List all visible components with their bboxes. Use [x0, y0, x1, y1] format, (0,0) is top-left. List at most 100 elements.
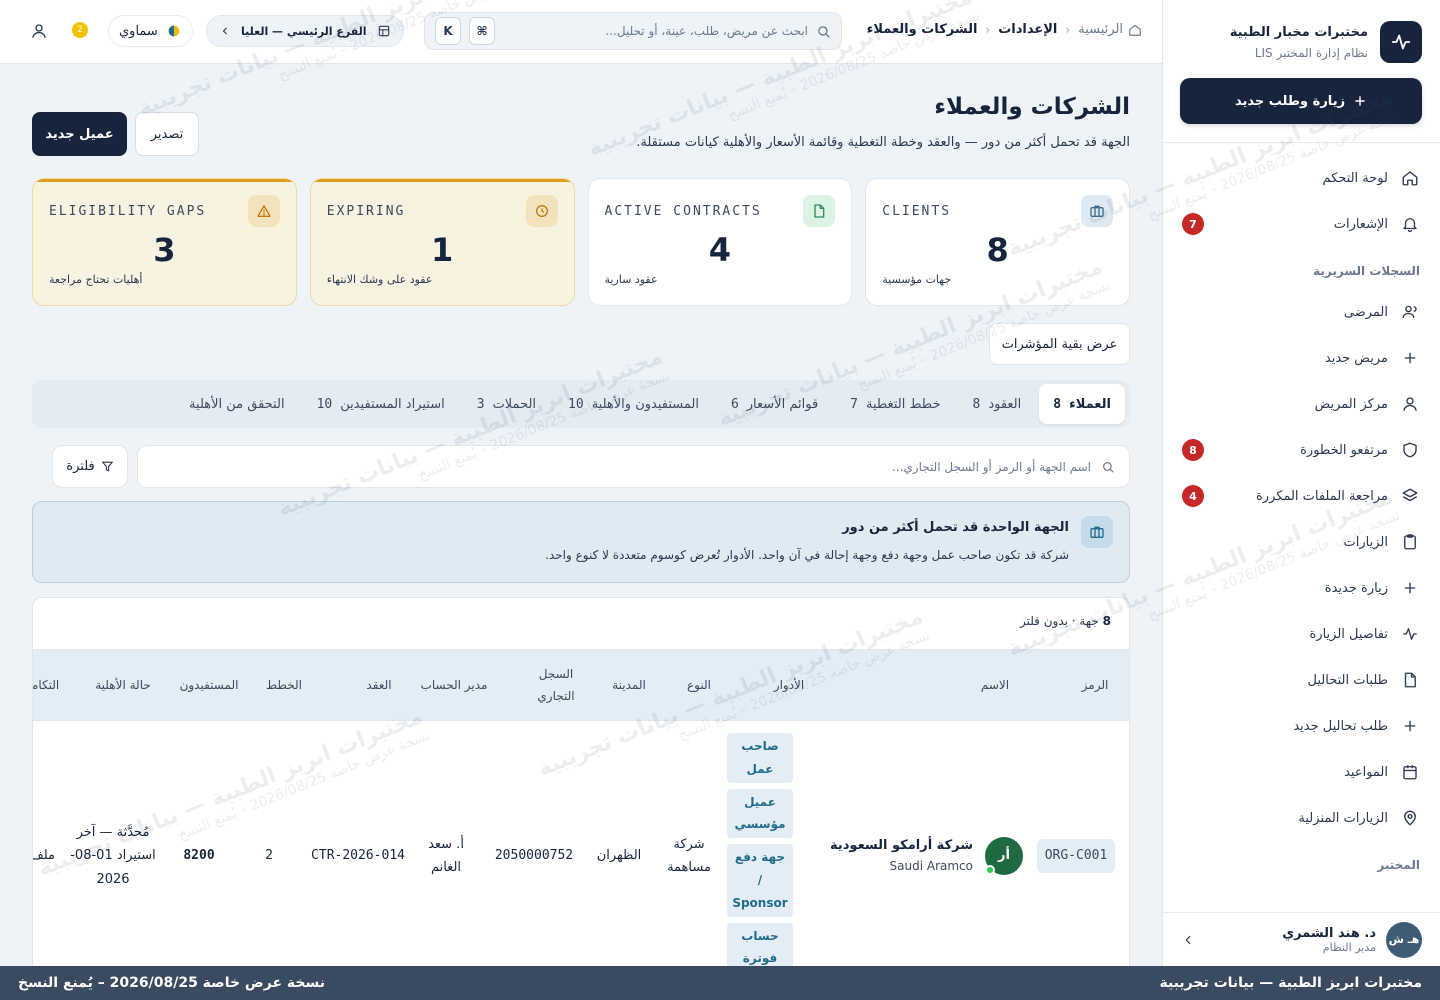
new-client-button[interactable]: عميل جديد [32, 112, 127, 156]
kpi-label: EXPIRING [326, 204, 406, 219]
sidebar-item-new-test-order[interactable]: طلب تحاليل جديد [1180, 703, 1420, 749]
cell-beneficiaries: 8200 [183, 848, 215, 864]
notification-count[interactable]: 2 [72, 22, 88, 38]
sidebar-item-high-risk[interactable]: مرتفعو الخطورة 8 [1180, 427, 1420, 473]
sidebar-item-patients[interactable]: المرضى [1180, 289, 1420, 335]
page-subtitle: الجهة قد تحمل أكثر من دور — والعقد وخطة … [636, 135, 1130, 150]
sidebar-item-new-patient[interactable]: مريض جديد [1180, 335, 1420, 381]
sidebar-item-appointments[interactable]: المواعيد [1180, 749, 1420, 795]
file-icon [803, 195, 836, 227]
activity-icon [1400, 624, 1420, 644]
table-row[interactable]: ORG-C001 أر شركة أرامكو السعودية Saudi A… [33, 721, 1129, 966]
role-tag: عميل مؤسسي [727, 788, 793, 839]
sidebar-item-test-orders[interactable]: طلبات التحاليل [1180, 657, 1420, 703]
show-more-kpis-button[interactable]: عرض بقية المؤشرات [989, 323, 1130, 365]
column-header-integration[interactable]: التكامل [33, 650, 71, 722]
client-search-input[interactable]: اسم الجهة أو الرمز أو السجل التجاري... [137, 445, 1130, 488]
tab-import-beneficiaries[interactable]: استيراد المستفيدين 10 [303, 384, 459, 424]
current-user[interactable]: هـ ش د. هند الشمري مدير النظام [1163, 912, 1440, 966]
tab-contracts[interactable]: العقود 8 [958, 384, 1035, 424]
table-header: الرمز الاسم الأدوار النوع المدينة السجل … [33, 649, 1129, 721]
sidebar-item-new-visit[interactable]: زيارة جديدة [1180, 565, 1420, 611]
alert-triangle-icon [247, 195, 280, 227]
sidebar-item-label: المرضى [1343, 304, 1388, 320]
sidebar-item-label: زيارة جديدة [1324, 580, 1388, 596]
kpi-value: 4 [708, 231, 731, 269]
cell-city: الظهران [596, 848, 642, 864]
kpi-card-active-contracts[interactable]: ACTIVE CONTRACTS 4 عقود سارية [587, 178, 853, 306]
plus-icon [1400, 348, 1420, 368]
sidebar-item-patient-center[interactable]: مركز المريض [1180, 381, 1420, 427]
breadcrumb-home[interactable]: الرئيسية [1078, 22, 1142, 37]
tab-count: 6 [730, 396, 739, 412]
sidebar-item-duplicates[interactable]: مراجعة الملفات المكررة 4 [1180, 473, 1420, 519]
column-header-cr[interactable]: السجل التجاري [521, 650, 591, 722]
tab-eligibility-check[interactable]: التحقق من الأهلية [175, 384, 299, 424]
tab-coverage-plans[interactable]: خطط التغطية 7 [836, 384, 954, 424]
kpi-value: 8 [986, 231, 1009, 269]
duplicates-badge: 4 [1182, 485, 1204, 507]
info-title: الجهة الواحدة قد تحمل أكثر من دور [842, 520, 1069, 535]
column-header-manager[interactable]: مدير الحساب [419, 650, 489, 722]
export-button[interactable]: تصدير [135, 112, 199, 156]
org-name-ar[interactable]: شركة أرامكو السعودية [830, 836, 973, 857]
sidebar-item-label: الإشعارات [1333, 216, 1388, 232]
kpi-card-eligibility-gaps[interactable]: ELIGIBILITY GAPS 3 أهليات تحتاج مراجعة [32, 178, 297, 306]
filter-button[interactable]: فلترة [52, 445, 128, 488]
column-header-name[interactable]: الاسم [955, 650, 1035, 722]
kpi-card-clients[interactable]: CLIENTS 8 جهات مؤسسية [865, 178, 1130, 306]
info-text: شركة قد تكون صاحب عمل وجهة دفع وجهة إحال… [545, 548, 1069, 562]
theme-label: سماوي [119, 23, 158, 39]
sidebar-item-label: مركز المريض [1314, 396, 1388, 412]
column-header-roles[interactable]: الأدوار [759, 650, 819, 722]
cell-eligibility: مُحدَّثة — آخر استيراد 01-08-2026 [70, 824, 156, 887]
role-tag: حساب فوترة [727, 922, 793, 966]
column-header-contract[interactable]: العقد [344, 650, 414, 722]
brand[interactable]: مختبرات مخبار الطبية نظام إدارة المختبر … [1178, 18, 1422, 66]
column-header-eligibility[interactable]: حالة الأهلية [83, 650, 163, 722]
breadcrumb-settings[interactable]: الإعدادات [998, 22, 1057, 37]
new-visit-button[interactable]: زيارة وطلب جديد [1180, 78, 1422, 124]
table-count: 8 [1102, 614, 1111, 628]
tab-label: خطط التغطية [865, 396, 941, 412]
sidebar-item-dashboard[interactable]: لوحة التحكم [1180, 155, 1420, 201]
role-tag: صاحب عمل [727, 733, 793, 783]
sidebar-item-label: تفاصيل الزيارة [1309, 626, 1388, 642]
kpi-value: 3 [153, 231, 176, 269]
global-search[interactable]: ابحث عن مريض، طلب، عينة، أو تحليل... ⌘ K [424, 12, 842, 50]
plus-icon [1400, 716, 1420, 736]
sidebar-item-visits[interactable]: الزيارات [1180, 519, 1420, 565]
chevron-left-icon[interactable] [1181, 933, 1195, 947]
branch-selector[interactable]: الفرع الرئيسي — العليا [206, 15, 404, 47]
column-header-code[interactable]: الرمز [1065, 650, 1125, 722]
table-summary: 8 جهة · بدون فلتر [1020, 614, 1111, 628]
sidebar-item-label: المواعيد [1344, 764, 1388, 780]
sidebar-item-home-visits[interactable]: الزيارات المنزلية [1180, 795, 1420, 841]
user-icon[interactable] [30, 22, 48, 40]
kpi-card-expiring[interactable]: EXPIRING 1 عقود على وشك الانتهاء [309, 178, 575, 306]
sidebar-item-label: لوحة التحكم [1322, 170, 1388, 186]
theme-toggle[interactable]: سماوي [108, 15, 193, 47]
column-header-type[interactable]: النوع [669, 650, 729, 722]
avatar: هـ ش [1386, 921, 1422, 958]
column-header-beneficiaries[interactable]: المستفيدون [169, 650, 249, 722]
cell-contract[interactable]: CTR-2026-014 [303, 721, 413, 966]
sidebar-item-notifications[interactable]: الإشعارات 7 [1180, 201, 1420, 247]
tab-count: 7 [850, 396, 858, 412]
user-name: د. هند الشمري [1282, 925, 1376, 941]
cell-type: شركة مساهمة [667, 836, 711, 875]
org-name-en: Saudi Aramco [889, 858, 973, 873]
sidebar-item-visit-details[interactable]: تفاصيل الزيارة [1180, 611, 1420, 657]
briefcase-icon [1081, 516, 1113, 548]
org-avatar: أر [985, 837, 1023, 875]
tab-beneficiaries[interactable]: المستفيدون والأهلية 10 [554, 384, 713, 424]
tab-label: قوائم الأسعار [746, 396, 819, 412]
user-icon [1400, 394, 1420, 414]
clients-table: 8 جهة · بدون فلتر الرمز الاسم الأدوار ال… [32, 597, 1130, 966]
column-header-city[interactable]: المدينة [594, 650, 664, 722]
tab-clients[interactable]: العملاء 8 [1039, 384, 1125, 424]
tab-campaigns[interactable]: الحملات 3 [463, 384, 550, 424]
brand-subtitle: نظام إدارة المختبر LIS [1254, 45, 1368, 60]
tab-price-lists[interactable]: قوائم الأسعار 6 [717, 384, 832, 424]
column-header-plans[interactable]: الخطط [259, 650, 309, 722]
